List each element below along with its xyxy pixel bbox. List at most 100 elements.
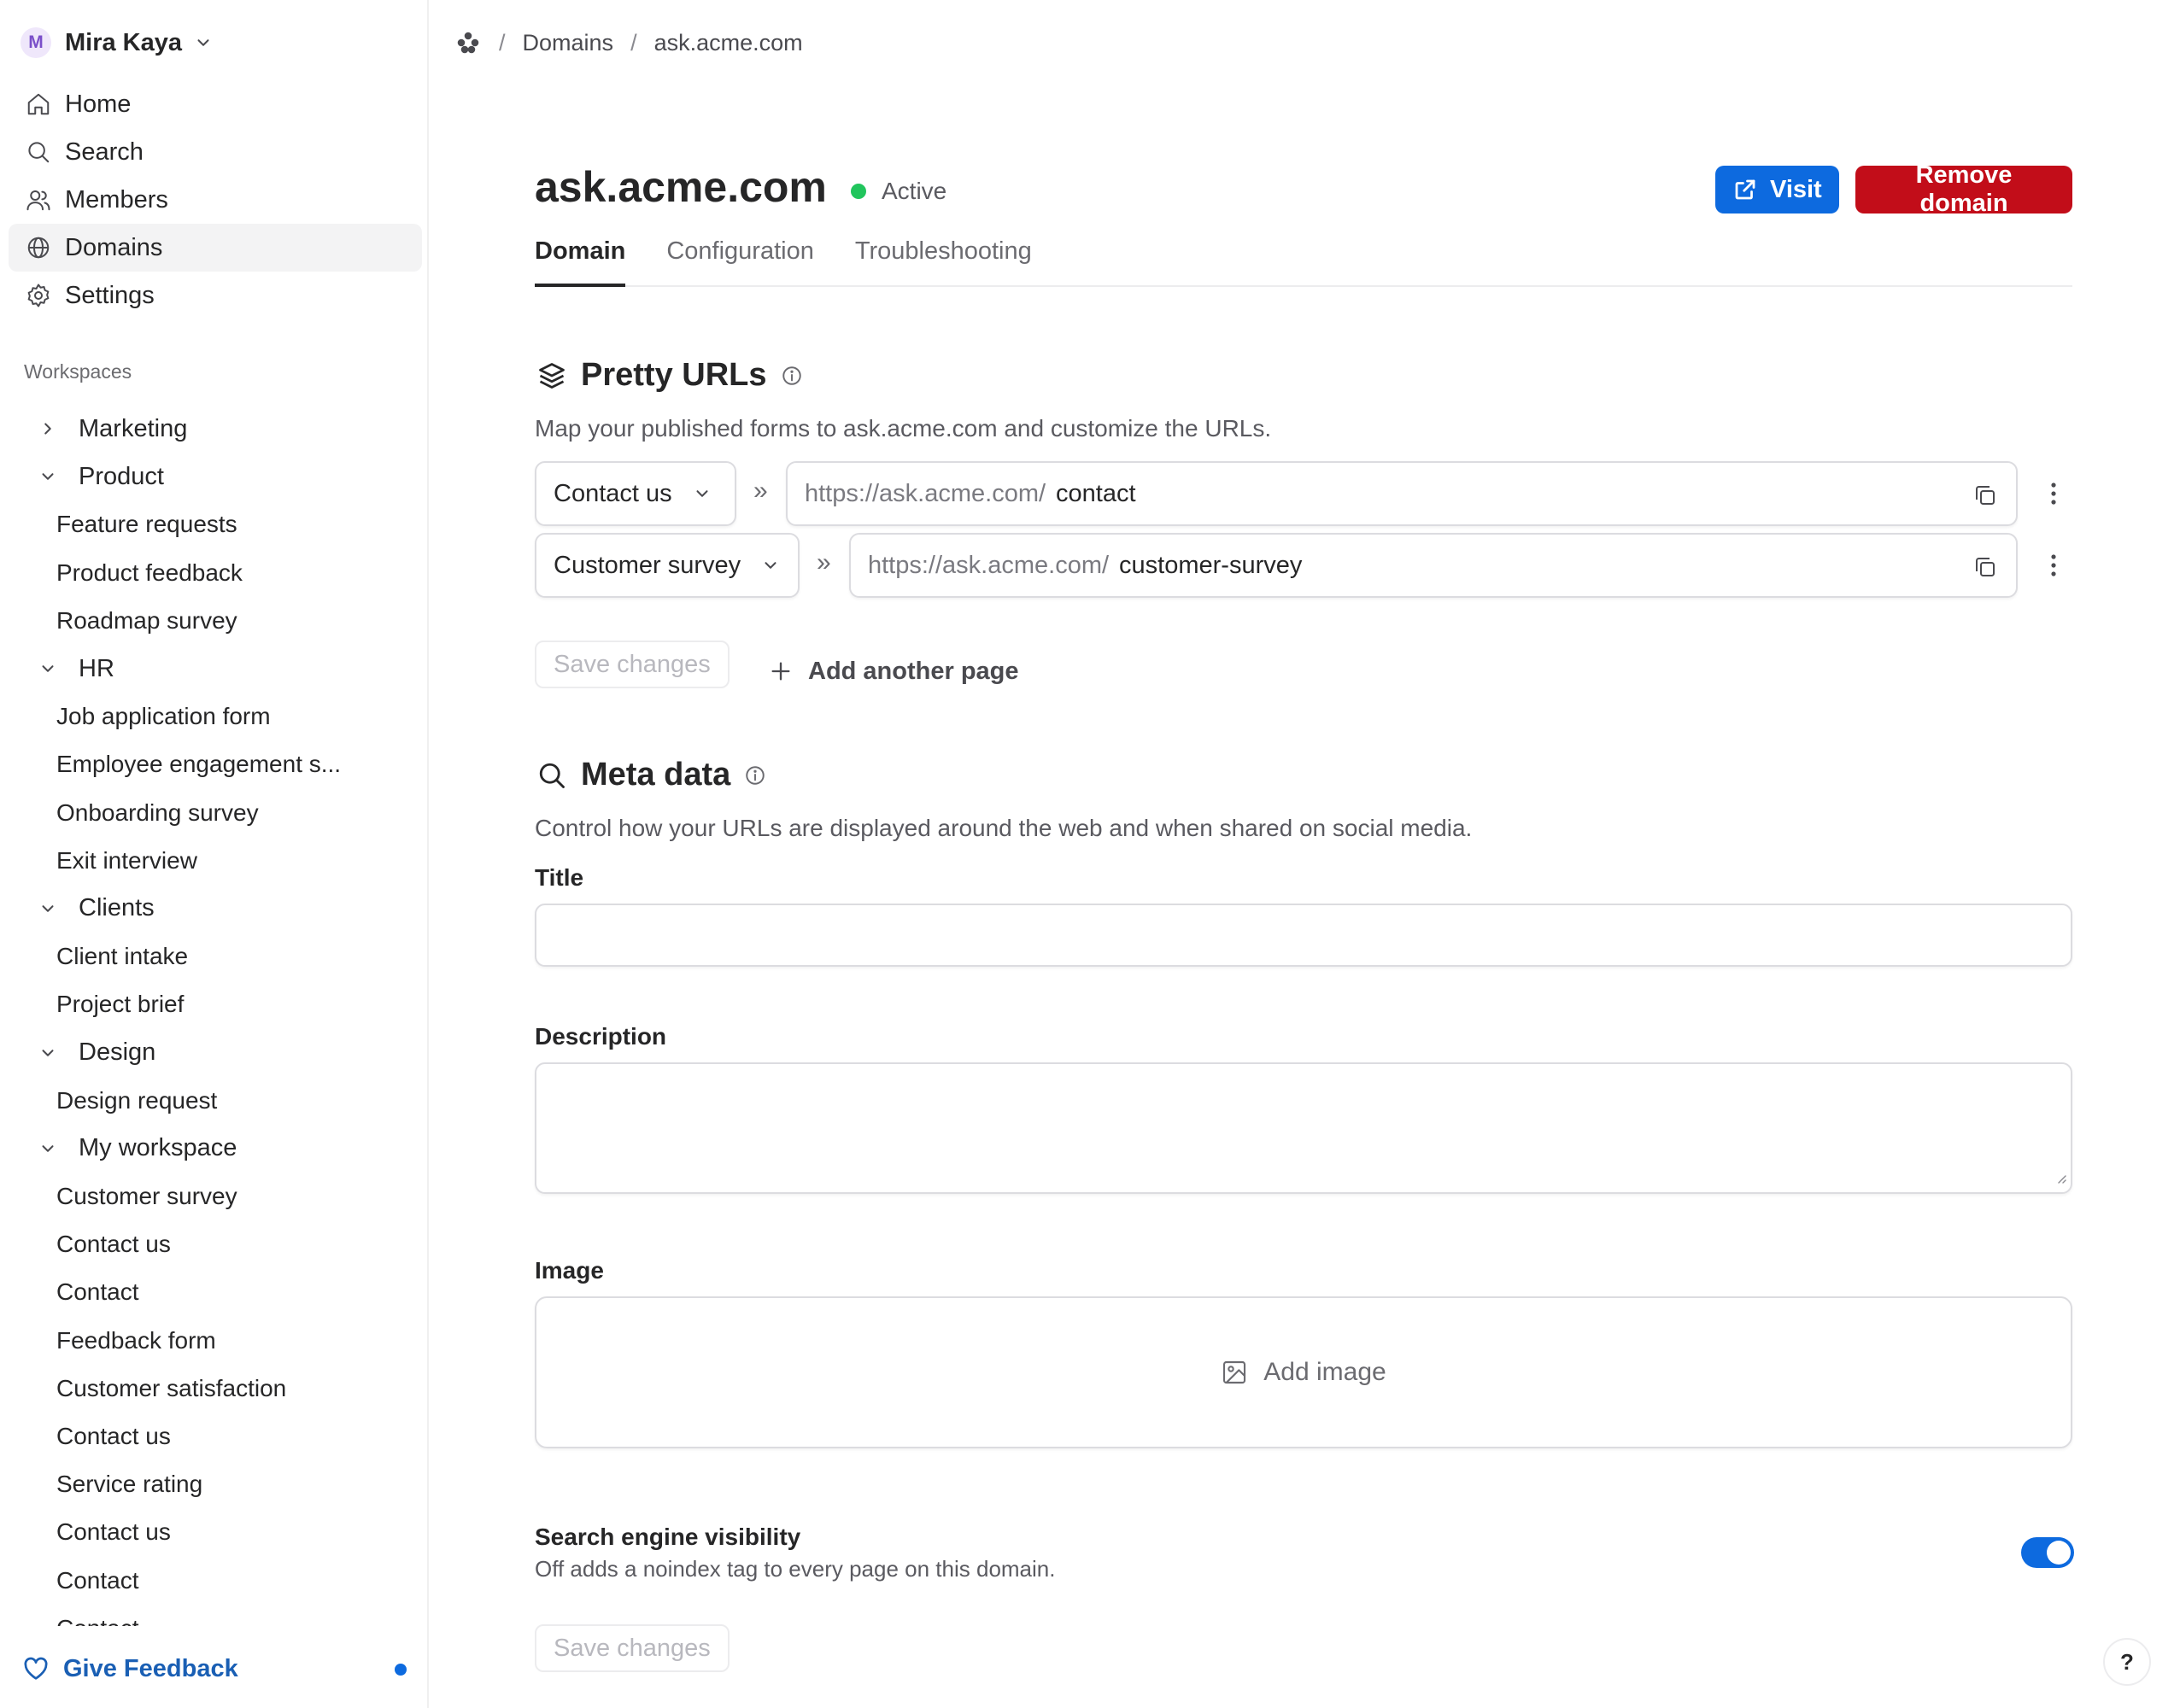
chevron-right-icon[interactable]	[38, 418, 58, 439]
nav-item-domains[interactable]: Domains	[9, 224, 422, 272]
search-visibility-title: Search engine visibility	[535, 1524, 801, 1550]
tree-item-label: My workspace	[79, 1134, 237, 1162]
tab-troubleshooting[interactable]: Troubleshooting	[855, 231, 1032, 287]
search-icon	[24, 137, 53, 167]
description-textarea[interactable]	[535, 1062, 2072, 1194]
url-input[interactable]: https://ask.acme.com/ customer-survey	[849, 533, 2018, 598]
tree-item-label: Contact	[56, 1566, 139, 1594]
workspace-form-item[interactable]: Contact	[0, 1557, 427, 1605]
breadcrumb-domains[interactable]: Domains	[523, 30, 614, 56]
copy-icon[interactable]	[1970, 552, 2001, 582]
visit-label: Visit	[1770, 175, 1822, 203]
workspace-group[interactable]: Marketing	[0, 405, 427, 453]
resize-handle-icon[interactable]	[2054, 1171, 2067, 1189]
workspace-form-item[interactable]: Product feedback	[0, 549, 427, 597]
tab-configuration[interactable]: Configuration	[666, 231, 814, 287]
url-slug[interactable]: contact	[1056, 480, 1136, 508]
tree-item-label: Client intake	[56, 943, 189, 970]
workspace-form-item[interactable]: Job application form	[0, 693, 427, 740]
info-icon[interactable]	[781, 365, 803, 387]
help-button[interactable]: ?	[2103, 1638, 2151, 1686]
workspace-form-item[interactable]: Onboarding survey	[0, 789, 427, 837]
tree-item-label: Product feedback	[56, 559, 243, 586]
more-options-icon[interactable]	[2043, 477, 2064, 511]
tree-item-label: Onboarding survey	[56, 798, 259, 826]
workspace-form-item[interactable]: Contact us	[0, 1220, 427, 1268]
workspace-form-item[interactable]: Roadmap survey	[0, 597, 427, 645]
plus-icon	[769, 659, 793, 683]
page-select[interactable]: Contact us	[535, 461, 736, 526]
save-changes-button[interactable]: Save changes	[535, 1624, 730, 1672]
tree-item-label: Contact	[56, 1278, 139, 1306]
workspace-form-item[interactable]: Employee engagement s...	[0, 740, 427, 788]
add-image-dropzone[interactable]: Add image	[535, 1296, 2072, 1448]
workspace-form-item[interactable]: Exit interview	[0, 837, 427, 885]
notification-dot	[395, 1664, 407, 1676]
tree-item-label: Contact us	[56, 1423, 171, 1450]
workspace-group[interactable]: Design	[0, 1028, 427, 1076]
status-badge: Active	[851, 178, 946, 205]
title-input[interactable]	[535, 904, 2072, 967]
workspace-group[interactable]: HR	[0, 645, 427, 693]
page-select[interactable]: Customer survey	[535, 533, 800, 598]
add-image-label: Add image	[1263, 1358, 1386, 1386]
search-visibility-toggle[interactable]	[2021, 1537, 2074, 1568]
workspace-form-item[interactable]: Feature requests	[0, 500, 427, 548]
workspace-form-item[interactable]: Client intake	[0, 933, 427, 980]
chevron-down-icon[interactable]	[38, 466, 58, 487]
account-switcher[interactable]: M Mira Kaya	[21, 24, 213, 61]
nav-item-members[interactable]: Members	[9, 176, 422, 224]
add-page-label: Add another page	[808, 657, 1019, 685]
image-label: Image	[535, 1257, 604, 1284]
tree-item-label: Contact	[56, 1615, 139, 1626]
give-feedback-button[interactable]: Give Feedback	[22, 1650, 407, 1688]
tab-domain[interactable]: Domain	[535, 231, 626, 287]
url-slug[interactable]: customer-survey	[1119, 552, 1302, 580]
tree-item-label: Marketing	[79, 414, 188, 442]
nav-item-settings[interactable]: Settings	[9, 272, 422, 319]
workspace-form-item[interactable]: Customer satisfaction	[0, 1365, 427, 1413]
workspace-form-item[interactable]: Design request	[0, 1077, 427, 1125]
workspace-group[interactable]: Product	[0, 453, 427, 500]
search-icon	[535, 758, 569, 793]
workspace-form-item[interactable]: Feedback form	[0, 1317, 427, 1365]
workspace-logo-icon[interactable]	[454, 29, 482, 56]
globe-icon	[24, 233, 53, 262]
search-visibility-description: Off adds a noindex tag to every page on …	[535, 1556, 1056, 1582]
main-content: / Domains / ask.acme.com ask.acme.com Ac…	[431, 0, 2180, 1708]
chevron-down-icon[interactable]	[38, 658, 58, 679]
url-mapping-row: Contact us » https://ask.acme.com/ conta…	[535, 461, 2072, 526]
workspace-form-item[interactable]: Contact	[0, 1268, 427, 1316]
tree-item-label: Product	[79, 462, 164, 490]
workspace-form-item[interactable]: Contact us	[0, 1413, 427, 1460]
url-input[interactable]: https://ask.acme.com/ contact	[786, 461, 2018, 526]
nav-item-home[interactable]: Home	[9, 80, 422, 128]
chevron-down-icon	[761, 556, 780, 575]
select-value: Customer survey	[554, 551, 741, 579]
workspace-group[interactable]: Clients	[0, 885, 427, 933]
workspace-form-item[interactable]: Contact	[0, 1605, 427, 1626]
workspace-form-item[interactable]: Customer survey	[0, 1173, 427, 1220]
workspace-form-item[interactable]: Contact us	[0, 1508, 427, 1556]
chevron-down-icon[interactable]	[38, 1043, 58, 1063]
nav-label: Domains	[65, 233, 163, 261]
more-options-icon[interactable]	[2043, 548, 2064, 582]
avatar: M	[21, 27, 51, 58]
save-changes-button[interactable]: Save changes	[535, 640, 730, 688]
remove-domain-button[interactable]: Remove domain	[1855, 161, 2072, 217]
copy-icon[interactable]	[1970, 480, 2001, 511]
breadcrumb: / Domains / ask.acme.com	[454, 26, 803, 60]
visit-button[interactable]: Visit	[1715, 166, 1839, 214]
nav-item-search[interactable]: Search	[9, 128, 422, 176]
members-icon	[24, 185, 53, 214]
info-icon[interactable]	[744, 764, 766, 787]
breadcrumb-separator: /	[499, 29, 506, 56]
chevron-down-icon[interactable]	[38, 1138, 58, 1159]
tree-item-label: Feedback form	[56, 1326, 216, 1354]
workspace-form-item[interactable]: Service rating	[0, 1460, 427, 1508]
workspace-form-item[interactable]: Project brief	[0, 980, 427, 1028]
chevron-down-icon[interactable]	[38, 898, 58, 919]
workspace-group[interactable]: My workspace	[0, 1125, 427, 1173]
nav-label: Search	[65, 137, 144, 166]
add-another-page-button[interactable]: Add another page	[769, 647, 1019, 695]
